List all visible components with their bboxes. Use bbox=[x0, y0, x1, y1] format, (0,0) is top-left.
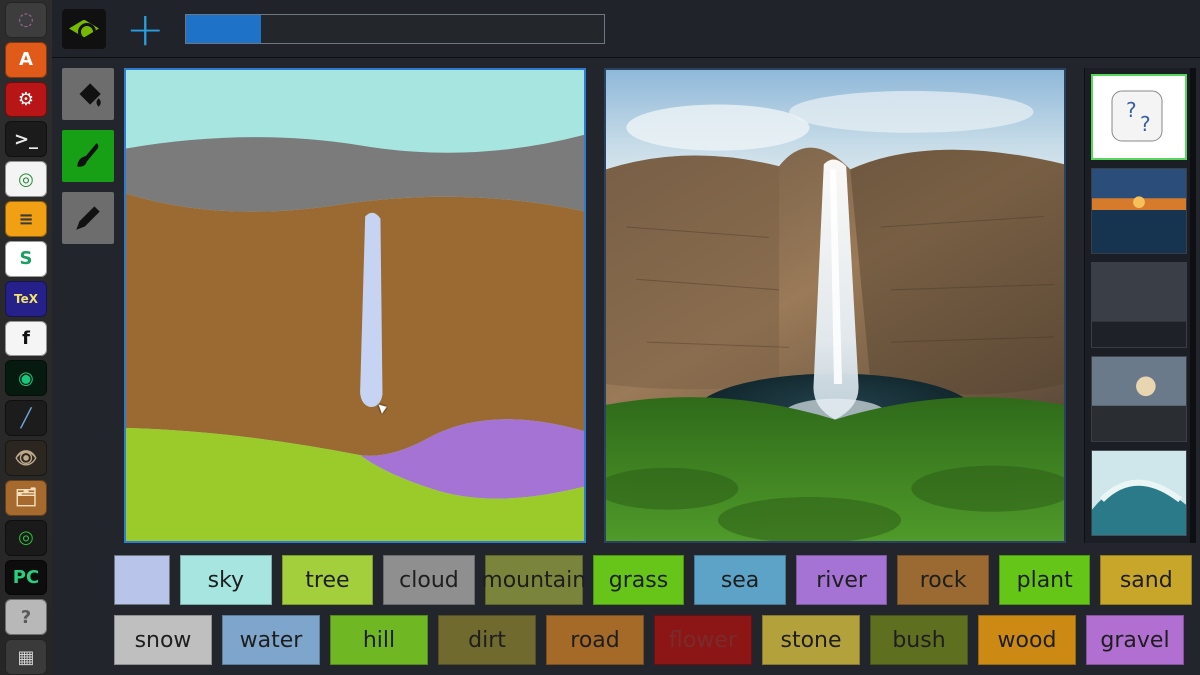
launcher-gimp-brush[interactable]: ╱ bbox=[5, 400, 47, 436]
swatch-tree[interactable]: tree bbox=[282, 555, 374, 605]
launcher-font-manager[interactable]: f bbox=[5, 321, 47, 357]
swatch-label: tree bbox=[305, 568, 349, 593]
generated-image bbox=[606, 70, 1064, 541]
swatch-label: stone bbox=[780, 628, 841, 653]
swatch-label: grass bbox=[609, 568, 668, 593]
nvidia-logo bbox=[62, 9, 106, 49]
swatch-label: mountain bbox=[481, 568, 586, 593]
swatch-label: plant bbox=[1017, 568, 1073, 593]
launcher-sublime-text[interactable]: ≡ bbox=[5, 201, 47, 237]
swatch-stone[interactable]: stone bbox=[762, 615, 860, 665]
swatch-label: river bbox=[816, 568, 867, 593]
svg-text:?: ? bbox=[1126, 98, 1137, 122]
swatch-label: gravel bbox=[1100, 628, 1169, 653]
swatch-label: rock bbox=[920, 568, 967, 593]
launcher-slack[interactable]: S bbox=[5, 241, 47, 277]
swatch-cloud[interactable]: cloud bbox=[383, 555, 475, 605]
launcher-help[interactable]: ? bbox=[5, 599, 47, 635]
swatch-label: bush bbox=[892, 628, 945, 653]
thumb-wave[interactable] bbox=[1091, 450, 1187, 536]
swatch-river[interactable]: river bbox=[796, 555, 888, 605]
current-color-swatch bbox=[114, 555, 170, 605]
workspace: ?? bbox=[52, 58, 1200, 549]
launcher-chrome[interactable]: ◎ bbox=[5, 161, 47, 197]
add-icon[interactable]: + bbox=[126, 6, 165, 52]
swatch-gravel[interactable]: gravel bbox=[1086, 615, 1184, 665]
svg-text:?: ? bbox=[1140, 112, 1151, 136]
material-palette: sky tree cloud mountain grass sea river rock pla… bbox=[52, 549, 1200, 675]
swatch-label: cloud bbox=[399, 568, 459, 593]
gaugan-app: + bbox=[52, 0, 1200, 675]
brush-size-fill bbox=[186, 15, 261, 43]
fill-bucket-tool[interactable] bbox=[62, 68, 114, 120]
swatch-road[interactable]: road bbox=[546, 615, 644, 665]
thumb-sunset-lake[interactable] bbox=[1091, 168, 1187, 254]
swatch-sky[interactable]: sky bbox=[180, 555, 272, 605]
swatch-rock[interactable]: rock bbox=[897, 555, 989, 605]
swatch-snow[interactable]: snow bbox=[114, 615, 212, 665]
swatch-label: sky bbox=[208, 568, 244, 593]
brush-size-slider[interactable] bbox=[185, 14, 605, 44]
swatch-water[interactable]: water bbox=[222, 615, 320, 665]
launcher-files[interactable]: 🗂 bbox=[5, 480, 47, 516]
swatch-sea[interactable]: sea bbox=[694, 555, 786, 605]
swatch-label: road bbox=[570, 628, 619, 653]
swatch-wood[interactable]: wood bbox=[978, 615, 1076, 665]
launcher-tex[interactable]: TeX bbox=[5, 281, 47, 317]
os-launcher: ◌ A ⚙>_ ◎ ≡ S TeX f◉ ╱ 👁 🗂 ◎ PC? ▦ bbox=[0, 0, 52, 675]
swatch-label: snow bbox=[135, 628, 192, 653]
segmentation-canvas-frame bbox=[124, 68, 586, 543]
swatch-dirt[interactable]: dirt bbox=[438, 615, 536, 665]
swatch-label: sea bbox=[721, 568, 759, 593]
swatch-bush[interactable]: bush bbox=[870, 615, 968, 665]
launcher-workspace[interactable]: ▦ bbox=[5, 639, 47, 675]
swatch-label: water bbox=[240, 628, 303, 653]
launcher-wechat[interactable]: ◎ bbox=[5, 520, 47, 556]
generated-image-frame bbox=[604, 68, 1066, 543]
thumb-dice-random[interactable]: ?? bbox=[1091, 74, 1187, 160]
swatch-label: dirt bbox=[468, 628, 506, 653]
swatch-label: hill bbox=[363, 628, 395, 653]
style-thumbnails: ?? bbox=[1084, 68, 1196, 543]
swatch-label: flower bbox=[669, 628, 737, 653]
swatch-sand[interactable]: sand bbox=[1100, 555, 1192, 605]
launcher-settings[interactable]: ⚙ bbox=[5, 82, 47, 118]
brush-tool[interactable] bbox=[62, 130, 114, 182]
topbar: + bbox=[52, 0, 1200, 58]
launcher-gimp[interactable]: 👁 bbox=[5, 440, 47, 476]
launcher-ubuntu-dash[interactable]: ◌ bbox=[5, 2, 47, 38]
launcher-terminal[interactable]: >_ bbox=[5, 121, 47, 157]
swatch-mountain[interactable]: mountain bbox=[485, 555, 583, 605]
swatch-flower[interactable]: flower bbox=[654, 615, 752, 665]
swatch-label: sand bbox=[1120, 568, 1173, 593]
thumb-dusk-sky[interactable] bbox=[1091, 356, 1187, 442]
swatch-plant[interactable]: plant bbox=[999, 555, 1091, 605]
pencil-tool[interactable] bbox=[62, 192, 114, 244]
swatch-hill[interactable]: hill bbox=[330, 615, 428, 665]
swatch-label: wood bbox=[998, 628, 1057, 653]
segmentation-canvas[interactable] bbox=[126, 70, 584, 541]
launcher-software-center[interactable]: A bbox=[5, 42, 47, 78]
launcher-pycharm[interactable]: PC bbox=[5, 560, 47, 596]
launcher-color-picker[interactable]: ◉ bbox=[5, 360, 47, 396]
swatch-grass[interactable]: grass bbox=[593, 555, 685, 605]
tool-column bbox=[62, 68, 118, 543]
thumb-storm-sky[interactable] bbox=[1091, 262, 1187, 348]
